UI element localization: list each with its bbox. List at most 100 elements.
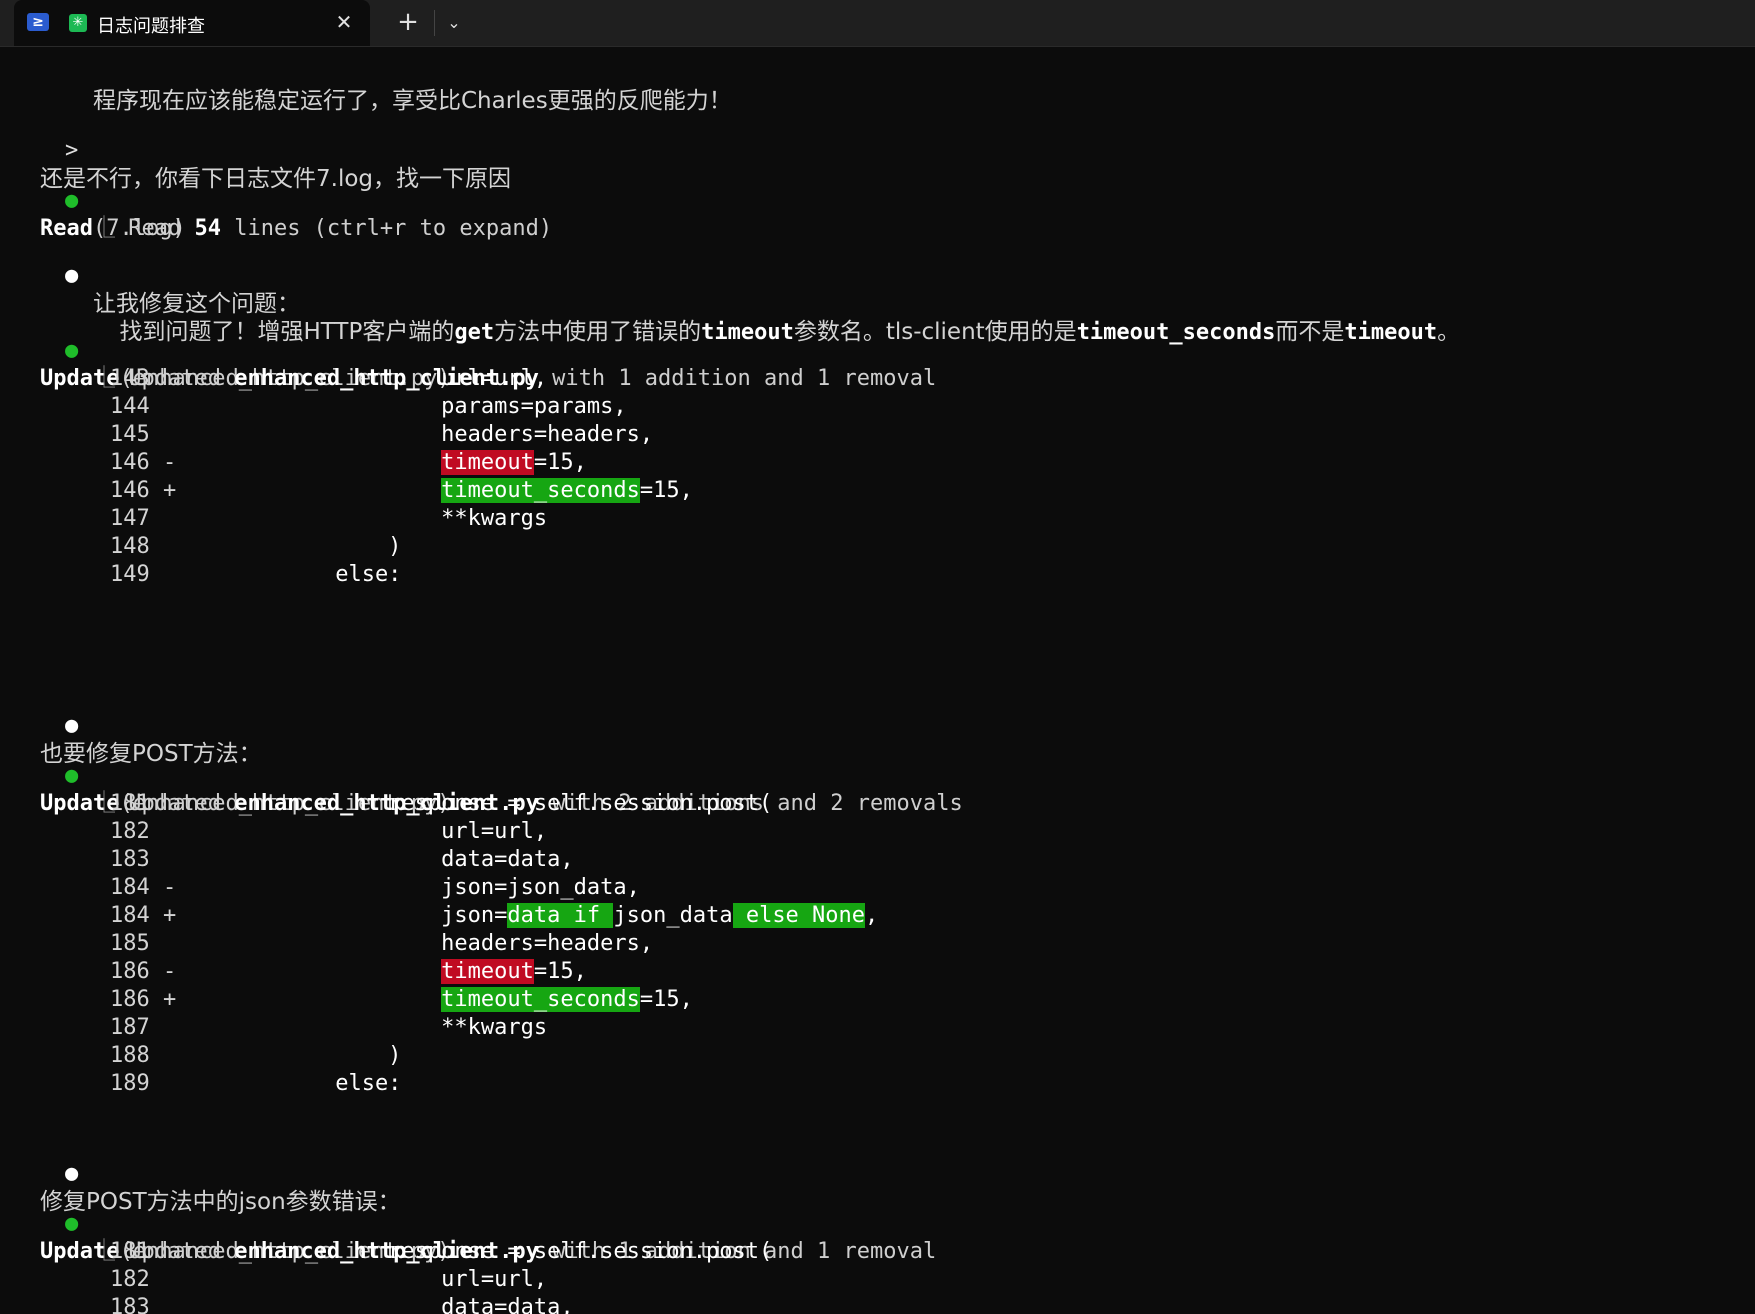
assistant-message: ● 也要修复POST方法： bbox=[12, 684, 262, 767]
diff-marker bbox=[150, 1071, 177, 1096]
line-number: 148 bbox=[110, 534, 150, 559]
powershell-icon: ≥ bbox=[27, 13, 49, 31]
diff-marker: + bbox=[149, 478, 177, 503]
code-text: json=json_data, bbox=[441, 875, 640, 900]
diff-line: 147 **kwargs bbox=[110, 505, 547, 533]
code-timeout: timeout bbox=[1344, 320, 1438, 345]
diff-marker: + bbox=[149, 903, 177, 928]
message-text: 程序现在应该能稳定运行了，享受比Charles更强的反爬能力！ bbox=[92, 88, 732, 114]
line-number: 189 bbox=[110, 1071, 150, 1096]
diff-marker bbox=[150, 847, 177, 872]
line-number: 184 bbox=[110, 875, 150, 900]
diff-line: 183 data=data, bbox=[110, 846, 574, 874]
diff-marker bbox=[150, 366, 177, 391]
line-number: 146 bbox=[110, 478, 150, 503]
diff-line: 188 ) bbox=[110, 1042, 401, 1070]
assistant-message: ● 找到问题了！增强HTTP客户端的get方法中使用了错误的timeout参数名… bbox=[12, 234, 1460, 345]
tab-active[interactable]: ✳ 日志问题排查 ✕ bbox=[14, 0, 370, 46]
code-text: json_data bbox=[613, 903, 733, 928]
terminal-output[interactable]: 程序现在应该能稳定运行了，享受比Charles更强的反爬能力！ > 还是不行，你… bbox=[0, 46, 1755, 1314]
line-number: 144 bbox=[110, 394, 150, 419]
tool-call-update: ● Update(enhanced_http_client.py) bbox=[12, 309, 451, 391]
diff-marker bbox=[150, 819, 177, 844]
tab-bar: ✳ 日志问题排查 ✕ ≥ + ⌄ bbox=[0, 0, 1755, 47]
tool-result-update: ⎿ Updated enhanced_http_client.py with 1… bbox=[40, 337, 936, 391]
diff-highlight: timeout_seconds bbox=[441, 478, 640, 503]
diff-marker bbox=[150, 791, 177, 816]
diff-line: 181 response = self.session.post( bbox=[110, 790, 772, 818]
line-number: 182 bbox=[110, 819, 150, 844]
diff-marker bbox=[150, 1267, 177, 1292]
code-text: =15, bbox=[639, 478, 693, 503]
code-text: , bbox=[865, 903, 879, 928]
diff-marker bbox=[150, 506, 177, 531]
code-text: =15, bbox=[639, 987, 693, 1012]
diff-line: 184 - json=json_data, bbox=[110, 874, 640, 902]
chevron-down-icon[interactable]: ⌄ bbox=[441, 8, 467, 38]
claude-app-icon: ✳ bbox=[69, 14, 87, 32]
diff-line: 145 headers=headers, bbox=[110, 421, 653, 449]
diff-highlight: data if bbox=[507, 903, 614, 928]
diff-line: 186 + timeout_seconds=15, bbox=[110, 986, 693, 1014]
line-number: 183 bbox=[110, 1295, 150, 1314]
code-text: **kwargs bbox=[441, 506, 548, 531]
diff-highlight: timeout bbox=[441, 450, 534, 475]
line-number: 147 bbox=[110, 506, 150, 531]
close-tab-icon[interactable]: ✕ bbox=[330, 8, 358, 36]
diff-line: 184 + json=data if json_data else None, bbox=[110, 902, 878, 930]
code-text: headers=headers, bbox=[441, 931, 654, 956]
diff-line: 182 url=url, bbox=[110, 818, 547, 846]
tab-title: 日志问题排查 bbox=[97, 16, 205, 37]
code-text: ) bbox=[388, 534, 402, 559]
diff-line: 148 ) bbox=[110, 533, 401, 561]
diff-line: 185 headers=headers, bbox=[110, 930, 653, 958]
code-text: json= bbox=[441, 903, 508, 928]
tool-call-update: ● Update(enhanced_http_client.py) bbox=[12, 734, 451, 816]
diff-marker bbox=[150, 534, 177, 559]
assistant-message: ● 修复POST方法中的json参数错误： bbox=[12, 1132, 401, 1215]
diff-marker bbox=[150, 1015, 177, 1040]
diff-line: 146 - timeout=15, bbox=[110, 449, 587, 477]
code-text: url=url, bbox=[441, 1267, 548, 1292]
code-text: headers=headers, bbox=[441, 422, 654, 447]
code-text: data=data, bbox=[441, 1295, 574, 1314]
message-text: 让我修复这个问题： bbox=[92, 291, 300, 317]
result-prefix: Read bbox=[128, 216, 195, 241]
diff-line: 149 else: bbox=[110, 561, 401, 589]
diff-line: 182 url=url, bbox=[110, 1266, 547, 1294]
line-number: 182 bbox=[110, 1267, 150, 1292]
tool-result-update: ⎿ Updated enhanced_http_client.py with 2… bbox=[40, 762, 963, 816]
tool-call-read: ● Read(7.log) bbox=[12, 159, 186, 241]
assistant-message: 程序现在应该能稳定运行了，享受比Charles更强的反爬能力！ bbox=[40, 59, 732, 114]
line-number: 181 bbox=[110, 791, 150, 816]
diff-marker bbox=[150, 1295, 177, 1314]
line-number: 143 bbox=[110, 366, 150, 391]
line-number: 146 bbox=[110, 450, 150, 475]
tool-result-read[interactable]: ⎿ Read 54 lines (ctrl+r to expand) bbox=[40, 187, 552, 241]
tab-divider bbox=[434, 10, 435, 36]
line-number: 188 bbox=[110, 1043, 150, 1068]
diff-marker: - bbox=[149, 450, 177, 475]
diff-marker: - bbox=[149, 959, 177, 984]
diff-line: 181 response = self.session.post( bbox=[110, 1238, 772, 1266]
line-number: 149 bbox=[110, 562, 150, 587]
new-tab-button[interactable]: + bbox=[392, 8, 424, 38]
line-number: 187 bbox=[110, 1015, 150, 1040]
tool-call-update: ● Update(enhanced_http_client.py) bbox=[12, 1182, 451, 1264]
diff-line: 144 params=params, bbox=[110, 393, 627, 421]
line-number: 184 bbox=[110, 903, 150, 928]
